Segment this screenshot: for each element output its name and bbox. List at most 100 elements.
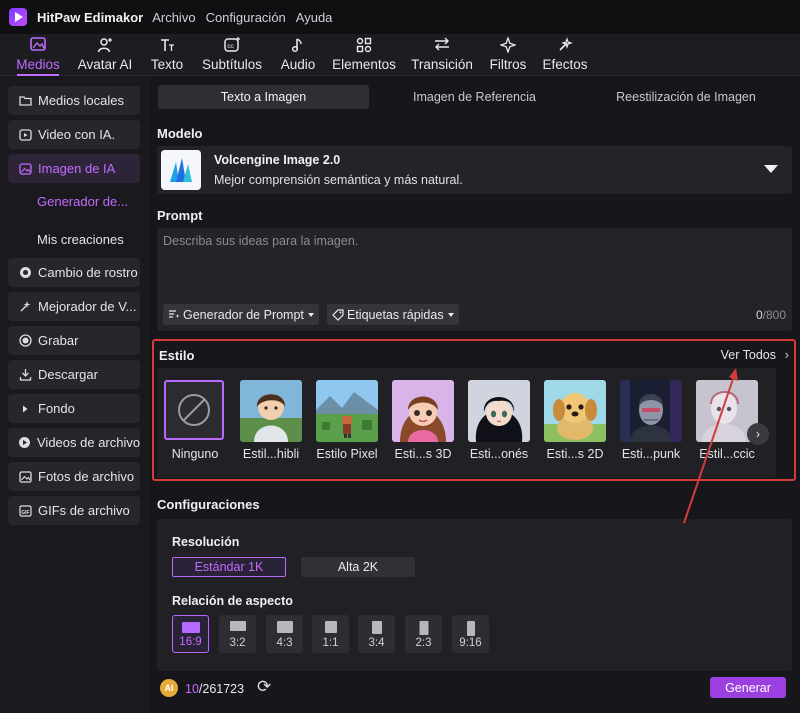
tool-texto[interactable]: Texto: [147, 34, 187, 76]
style-name: Esti...s 3D: [394, 447, 452, 461]
model-selector[interactable]: Volcengine Image 2.0 Mejor comprensión s…: [157, 146, 792, 194]
aspect-1-1-button[interactable]: 1:1: [312, 615, 349, 653]
prompt-generator-button[interactable]: Generador de Prompt: [163, 304, 319, 325]
prompt-input[interactable]: [157, 228, 792, 296]
tab-imagen-referencia[interactable]: Imagen de Referencia: [369, 85, 580, 109]
media-icon: [13, 37, 63, 57]
tool-label: Subtítulos: [201, 57, 263, 72]
style-item-2d[interactable]: Esti...s 2D: [544, 380, 606, 468]
generate-button[interactable]: Generar: [710, 677, 786, 698]
style-section: Estilo Ver Todos › Ninguno Estil...hibli: [152, 339, 796, 481]
style-item-ciencia[interactable]: Estil...ccic: [696, 380, 758, 468]
sidebar-subitem-generador[interactable]: Generador de...: [37, 194, 128, 209]
tool-label: Audio: [280, 57, 316, 72]
style-thumb-cyberpunk: [620, 380, 682, 442]
tool-filtros[interactable]: Filtros: [487, 34, 529, 76]
style-item-japones[interactable]: Esti...onés: [468, 380, 530, 468]
app-name: HitPaw Edimakor: [37, 9, 144, 25]
menu-configuracion[interactable]: Configuración: [206, 10, 286, 25]
style-label: Estilo: [159, 348, 195, 363]
tool-label: Filtros: [489, 57, 527, 72]
sidebar-item-gifs-archivo[interactable]: GIF GIFs de archivo: [8, 496, 140, 525]
menu-archivo[interactable]: Archivo: [152, 10, 195, 25]
sidebar-item-imagen-ia[interactable]: Imagen de IA: [8, 154, 140, 183]
quick-tags-button[interactable]: Etiquetas rápidas: [327, 304, 459, 325]
style-item-cyberpunk[interactable]: Esti...punk: [620, 380, 682, 468]
tool-label: Elementos: [332, 57, 396, 72]
sidebar-item-videos-archivo[interactable]: Videos de archivo: [8, 428, 140, 457]
config-panel: Resolución Estándar 1K Alta 2K Relación …: [157, 519, 792, 671]
aspect-9-16-icon: [466, 621, 475, 636]
menu-ayuda[interactable]: Ayuda: [296, 10, 333, 25]
sidebar-item-fondo[interactable]: Fondo: [8, 394, 140, 423]
style-item-ninguno[interactable]: Ninguno: [164, 380, 226, 468]
style-name: Ninguno: [171, 447, 219, 461]
enhancer-icon: [18, 300, 32, 314]
style-name: Esti...punk: [621, 447, 681, 461]
stock-photo-icon: [18, 470, 32, 484]
tool-transicion[interactable]: Transición: [410, 34, 474, 76]
tool-avatar-ai[interactable]: Avatar AI: [76, 34, 134, 76]
chevron-down-icon[interactable]: [764, 165, 778, 173]
style-thumb-2d: [544, 380, 606, 442]
aspect-3-2-button[interactable]: 3:2: [219, 615, 256, 653]
aspect-3-4-button[interactable]: 3:4: [358, 615, 395, 653]
sidebar-item-grabar[interactable]: Grabar: [8, 326, 140, 355]
resolution-high-2k-button[interactable]: Alta 2K: [301, 557, 415, 577]
sidebar-item-medios-locales[interactable]: Medios locales: [8, 86, 140, 115]
tool-subtitulos[interactable]: cc Subtítulos: [199, 34, 265, 76]
chevron-right-icon[interactable]: ›: [747, 423, 769, 445]
style-item-3d[interactable]: Esti...s 3D: [392, 380, 454, 468]
sidebar-item-mejorador[interactable]: Mejorador de V...: [8, 292, 140, 321]
aspect-4-3-button[interactable]: 4:3: [266, 615, 303, 653]
aspect-9-16-button[interactable]: 9:16: [452, 615, 489, 653]
svg-text:cc: cc: [227, 43, 234, 50]
model-name: Volcengine Image 2.0: [214, 153, 341, 167]
resolution-standard-1k-button[interactable]: Estándar 1K: [172, 557, 286, 577]
subtitles-icon: cc: [199, 37, 265, 57]
tab-bar: Texto a Imagen Imagen de Referencia Rees…: [158, 85, 792, 109]
sidebar-item-descargar[interactable]: Descargar: [8, 360, 140, 389]
tab-reestilizacion[interactable]: Reestilización de Imagen: [580, 85, 792, 109]
sidebar-item-label: Mejorador de V...: [38, 299, 137, 314]
sidebar-item-cambio-rostro[interactable]: Cambio de rostro: [8, 258, 140, 287]
style-name: Estil...hibli: [242, 447, 300, 461]
credit-total: /261723: [198, 682, 245, 696]
sidebar-subitem-mis-creaciones[interactable]: Mis creaciones: [37, 232, 124, 247]
face-swap-icon: [18, 266, 32, 280]
aspect-16-9-button[interactable]: 16:9: [172, 615, 209, 653]
sidebar-item-video-ia[interactable]: Video con IA.: [8, 120, 140, 149]
download-icon: [18, 368, 32, 382]
sidebar-item-label: Imagen de IA: [38, 161, 116, 176]
main-panel: Texto a Imagen Imagen de Referencia Rees…: [150, 78, 800, 713]
tool-efectos[interactable]: Efectos: [541, 34, 589, 76]
sidebar-item-label: Cambio de rostro: [38, 265, 138, 280]
sidebar-item-label: Descargar: [38, 367, 98, 382]
aspect-label: 9:16: [459, 637, 482, 649]
aspect-2-3-button[interactable]: 2:3: [405, 615, 442, 653]
footer-bar: AI 10/261723 ⟳ Generar: [150, 674, 800, 713]
tool-label: Transición: [411, 57, 473, 72]
tool-elementos[interactable]: Elementos: [331, 34, 397, 76]
model-description: Mejor comprensión semántica y más natura…: [214, 173, 463, 187]
sidebar-item-fotos-archivo[interactable]: Fotos de archivo: [8, 462, 140, 491]
folder-icon: [18, 94, 32, 108]
sidebar-item-label: Fondo: [38, 401, 75, 416]
aspect-3-2-icon: [229, 621, 246, 631]
tool-medios[interactable]: Medios: [13, 34, 63, 76]
prompt-label: Prompt: [157, 208, 203, 223]
text-icon: [147, 37, 187, 57]
chevron-right-icon[interactable]: ›: [785, 347, 789, 362]
prompt-char-counter: 0/800: [756, 308, 786, 322]
tab-texto-a-imagen[interactable]: Texto a Imagen: [158, 85, 369, 109]
refresh-icon[interactable]: ⟳: [257, 677, 271, 697]
style-item-pixel[interactable]: Estilo Pixel: [316, 380, 378, 468]
main-toolbar: Medios Avatar AI Texto cc Subtítulos Aud…: [0, 34, 800, 76]
style-item-ghibli[interactable]: Estil...hibli: [240, 380, 302, 468]
tool-audio[interactable]: Audio: [277, 34, 319, 76]
style-thumb-japones: [468, 380, 530, 442]
svg-text:GIF: GIF: [21, 510, 29, 516]
see-all-link[interactable]: Ver Todos: [721, 348, 776, 362]
aspect-ratio-label: Relación de aspecto: [172, 594, 293, 608]
tool-label: Avatar AI: [77, 57, 133, 72]
